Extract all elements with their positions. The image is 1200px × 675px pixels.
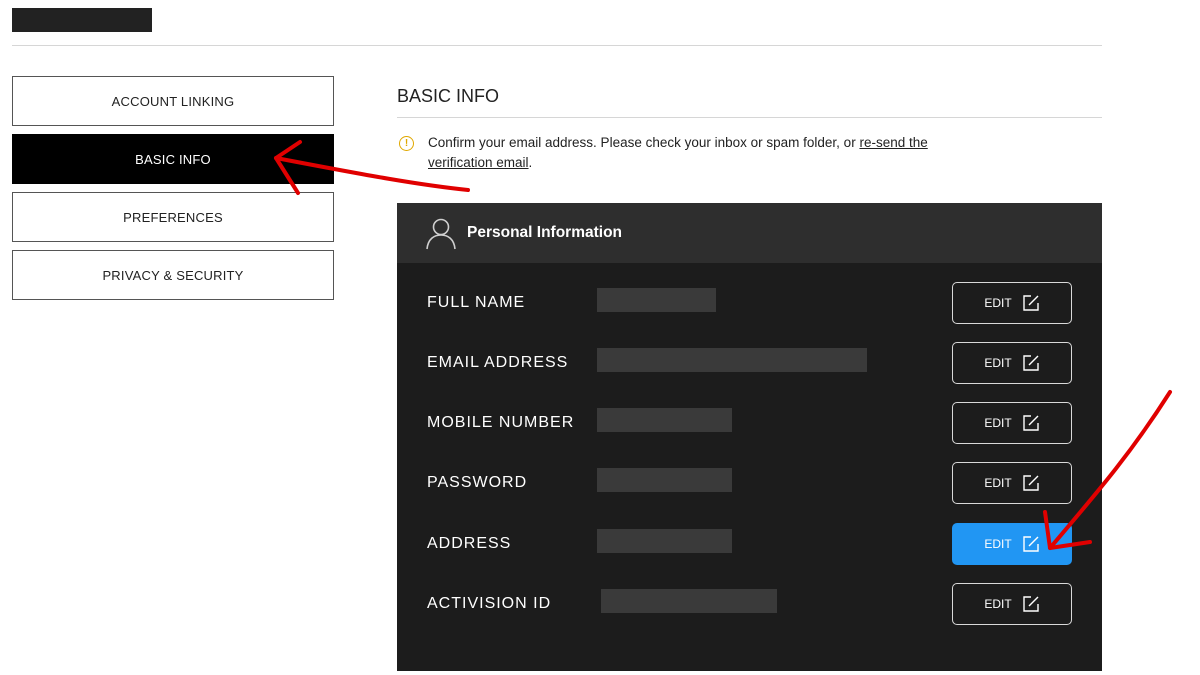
edit-icon [1022,475,1039,491]
edit-icon [1022,415,1039,431]
edit-button-label: EDIT [984,476,1012,490]
password-value-redacted [597,468,732,492]
edit-button-label: EDIT [984,597,1012,611]
activision-id-label: ACTIVISION ID [427,595,552,612]
row-full-name: FULL NAME EDIT [397,282,1102,324]
activision-id-value-redacted [601,589,777,613]
redacted-logo [12,8,152,32]
edit-address-button[interactable]: EDIT [952,523,1072,565]
row-mobile-number: MOBILE NUMBER EDIT [397,402,1102,444]
edit-button-label: EDIT [984,296,1012,310]
edit-button-label: EDIT [984,356,1012,370]
row-password: PASSWORD EDIT [397,462,1102,504]
edit-password-button[interactable]: EDIT [952,462,1072,504]
address-label: ADDRESS [427,535,512,552]
page-title: BASIC INFO [397,86,500,106]
sidebar-item-privacy-security[interactable]: PRIVACY & SECURITY [12,250,334,300]
password-label: PASSWORD [427,474,528,491]
row-activision-id: ACTIVISION ID EDIT [397,583,1102,625]
settings-sidebar: ACCOUNT LINKING BASIC INFO PREFERENCES P… [12,76,334,308]
mobile-number-label: MOBILE NUMBER [427,414,575,431]
edit-button-label: EDIT [984,416,1012,430]
edit-icon [1022,536,1039,552]
mobile-number-value-redacted [597,408,732,432]
sidebar-item-preferences[interactable]: PREFERENCES [12,192,334,242]
edit-activision-id-button[interactable]: EDIT [952,583,1072,625]
edit-email-address-button[interactable]: EDIT [952,342,1072,384]
email-address-label: EMAIL ADDRESS [427,354,569,371]
edit-icon [1022,295,1039,311]
edit-full-name-button[interactable]: EDIT [952,282,1072,324]
edit-button-label: EDIT [984,537,1012,551]
person-icon [426,218,456,250]
row-address: ADDRESS EDIT [397,523,1102,565]
full-name-value-redacted [597,288,716,312]
edit-mobile-number-button[interactable]: EDIT [952,402,1072,444]
edit-icon [1022,596,1039,612]
email-address-value-redacted [597,348,867,372]
row-email-address: EMAIL ADDRESS EDIT [397,342,1102,384]
notice-message: Confirm your email address. Please check… [428,135,860,150]
header-divider [12,45,1102,46]
email-verification-notice: ! Confirm your email address. Please che… [399,133,959,173]
title-divider [397,117,1102,118]
panel-header: Personal Information [397,203,1102,263]
edit-icon [1022,355,1039,371]
sidebar-item-account-linking[interactable]: ACCOUNT LINKING [12,76,334,126]
info-icon: ! [399,136,414,151]
address-value-redacted [597,529,732,553]
personal-information-panel: Personal Information FULL NAME EDIT EMAI… [397,203,1102,671]
notice-period: . [528,155,533,170]
full-name-label: FULL NAME [427,294,526,311]
notice-text: Confirm your email address. Please check… [428,133,959,173]
sidebar-item-basic-info[interactable]: BASIC INFO [12,134,334,184]
panel-title: Personal Information [467,224,623,241]
